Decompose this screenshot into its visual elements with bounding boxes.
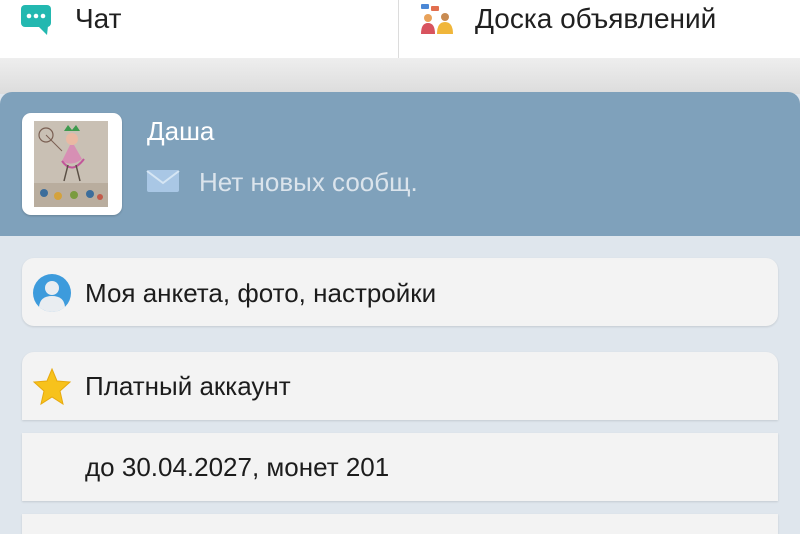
tab-shadow-strip (0, 58, 800, 94)
profile-header[interactable]: Даша Нет новых сообщ. (0, 92, 800, 236)
envelope-icon (146, 168, 180, 199)
avatar[interactable] (22, 113, 122, 215)
tab-chat-label: Чат (75, 3, 122, 34)
tab-bulletin-board[interactable]: Доска объявлений (399, 0, 800, 58)
star-icon (32, 367, 72, 412)
paid-account-details[interactable]: до 30.04.2027, монет 201 (22, 433, 778, 501)
chat-bubble-icon (20, 2, 54, 41)
tab-bulletin-board-label: Доска объявлений (475, 3, 717, 34)
profile-name: Даша (147, 116, 215, 146)
tab-chat[interactable]: Чат (0, 0, 399, 58)
my-profile-settings-button[interactable]: Моя анкета, фото, настройки (22, 258, 778, 326)
user-avatar-icon (32, 273, 72, 318)
my-profile-label: Моя анкета, фото, настройки (85, 278, 437, 308)
top-tabs: Чат Доска объявлений (0, 0, 800, 59)
paid-account-label: Платный аккаунт (85, 371, 291, 401)
paid-account-details-text: до 30.04.2027, монет 201 (85, 452, 390, 482)
avatar-photo (34, 121, 108, 207)
message-status: Нет новых сообщ. (199, 167, 418, 197)
bulletin-board-icon (419, 2, 455, 43)
paid-account-button[interactable]: Платный аккаунт (22, 352, 778, 420)
next-menu-item[interactable] (22, 514, 778, 534)
